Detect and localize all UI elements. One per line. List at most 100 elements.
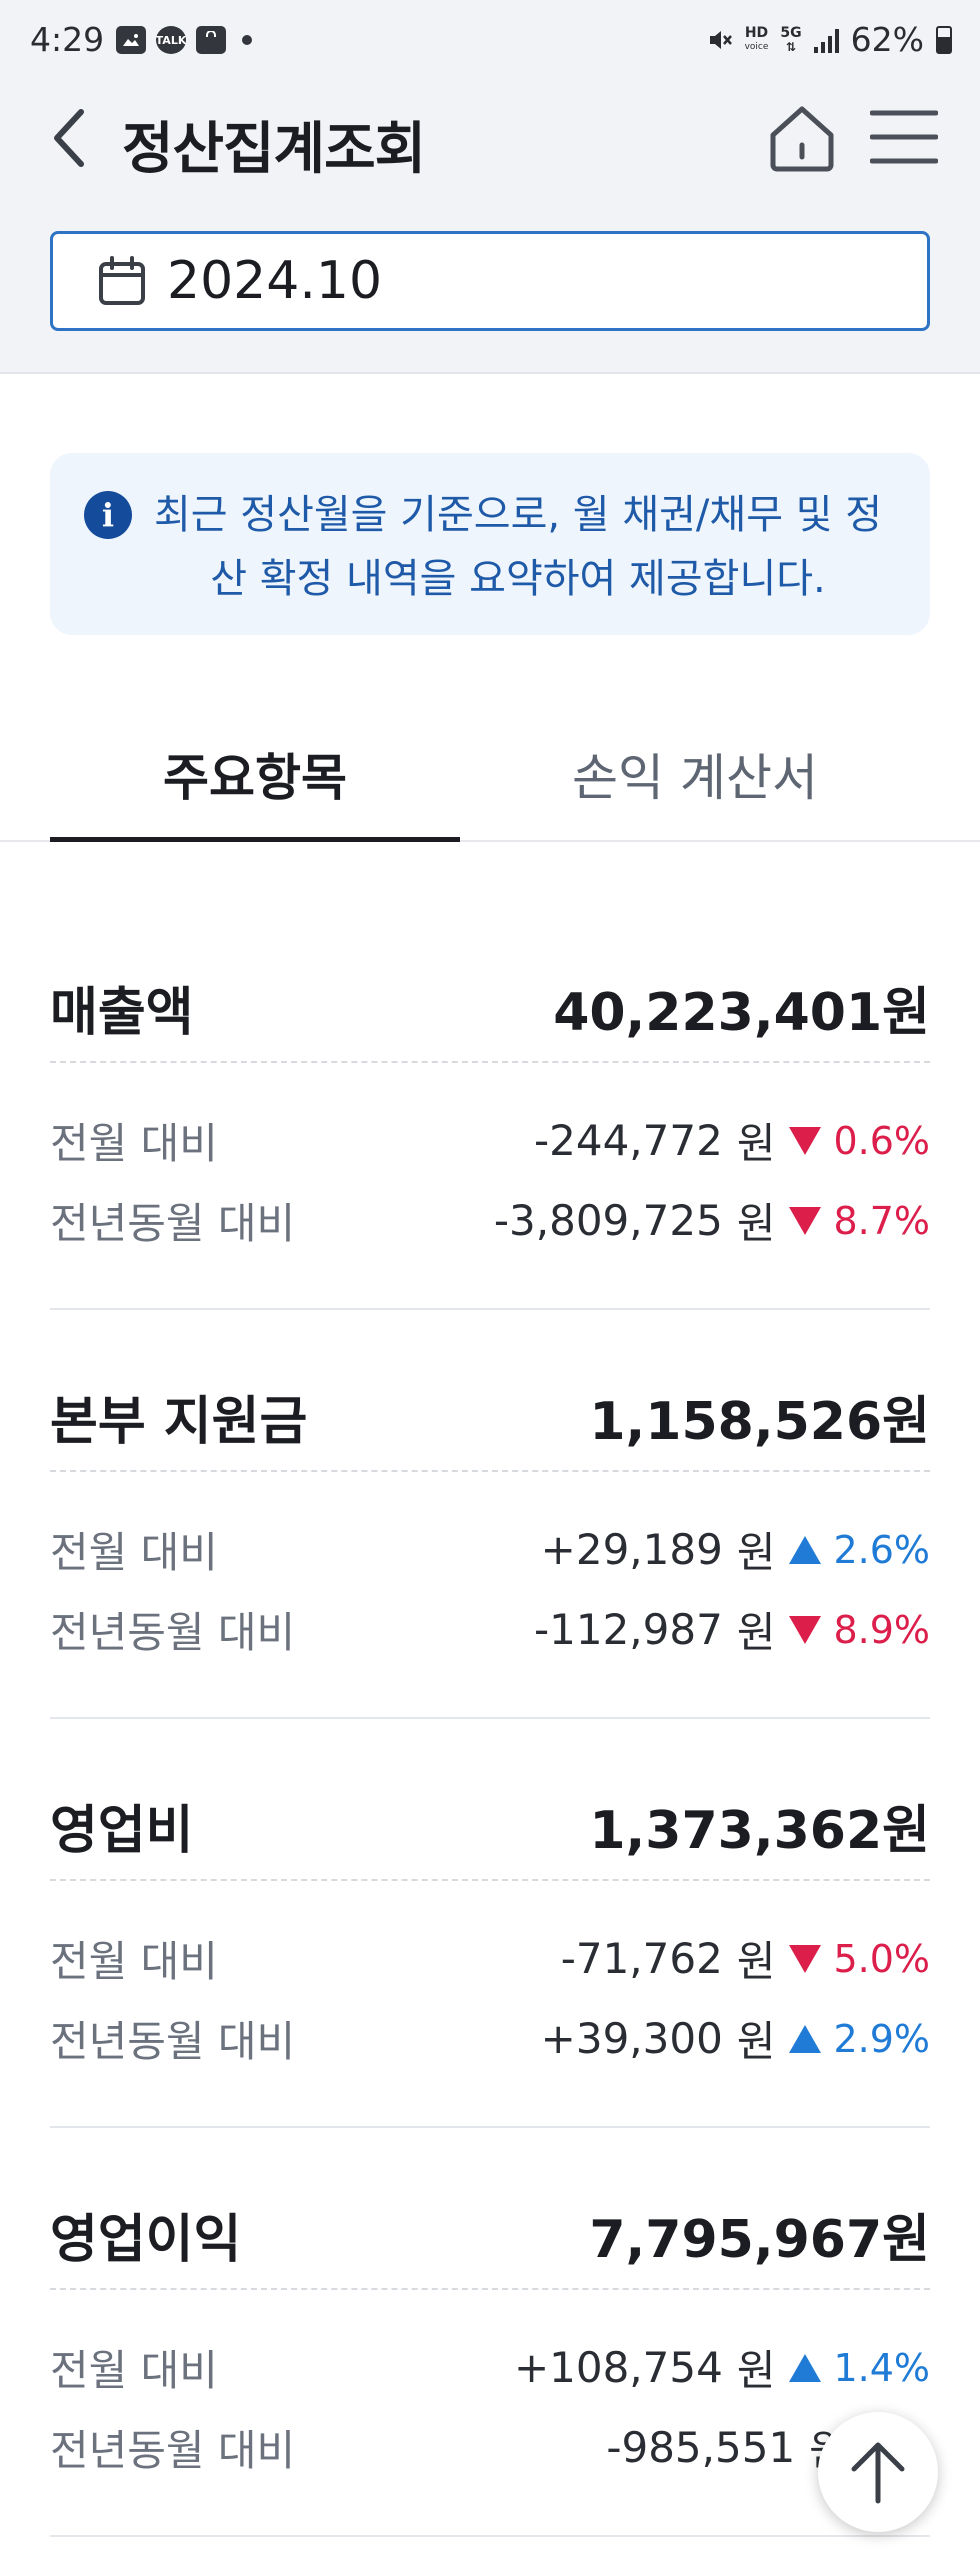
- section-divider: [50, 2535, 930, 2537]
- battery-icon: [936, 25, 952, 54]
- info-notice: i 최근 정산월을 기준으로, 월 채권/채무 및 정산 확정 내역을 요약하여…: [50, 453, 930, 635]
- section-header: 매출액 40,223,401원: [50, 960, 930, 1043]
- row-amount: -71,762: [560, 1934, 723, 1983]
- row-label: 전월 대비: [50, 2346, 218, 2395]
- row-percent: 8.7%: [833, 1198, 930, 1243]
- section-label: 영업비: [50, 1801, 194, 1861]
- calendar-icon: [97, 256, 147, 306]
- section-amount: 1,158,526원: [589, 1392, 930, 1452]
- row-value: +29,189 원 2.6%: [541, 1519, 930, 1580]
- row-percent: 2.6%: [833, 1527, 930, 1572]
- section-label: 영업이익: [50, 2210, 242, 2270]
- triangle-down-icon: [789, 1944, 822, 1973]
- row-label: 전년동월 대비: [50, 1199, 296, 1248]
- row-percent: 1.4%: [833, 2345, 930, 2390]
- row-percent: 5.0%: [833, 1936, 930, 1981]
- row-unit: 원: [736, 2346, 776, 2395]
- row-label: 전년동월 대비: [50, 2426, 296, 2475]
- shopping-bag-icon: [196, 26, 226, 54]
- section-label: 본부 지원금: [50, 1392, 308, 1452]
- section-divider: [50, 1717, 930, 1719]
- voice-label: voice: [744, 41, 769, 52]
- row-label: 전월 대비: [50, 1937, 218, 1986]
- row-percent: 0.6%: [833, 1118, 930, 1163]
- section-amount: 7,795,967원: [589, 2210, 930, 2270]
- selected-month: 2024.10: [167, 251, 383, 311]
- section-divider: [50, 1308, 930, 1310]
- row-value: +108,754 원 1.4%: [514, 2337, 930, 2398]
- menu-button[interactable]: [868, 104, 940, 170]
- mute-icon: [709, 30, 732, 49]
- row-amount: +29,189: [540, 1525, 723, 1574]
- tab-main-items[interactable]: 주요항목: [50, 716, 460, 842]
- battery-percent: 62%: [850, 20, 924, 59]
- triangle-up-icon: [789, 2024, 822, 2053]
- row-value: -71,762 원 5.0%: [561, 1928, 930, 1989]
- section-header: 본부 지원금 1,158,526원: [50, 1369, 930, 1452]
- section-amount: 1,373,362원: [589, 1801, 930, 1861]
- triangle-down-icon: [789, 1126, 822, 1155]
- home-button[interactable]: [764, 98, 840, 178]
- comparison-row: 전년동월 대비 -3,809,725 원 8.7%: [50, 1190, 930, 1248]
- row-amount: +108,754: [513, 2343, 723, 2392]
- row-percent: 2.9%: [833, 2016, 930, 2061]
- hamburger-menu-icon: [870, 110, 938, 164]
- info-text: 최근 정산월을 기준으로, 월 채권/채무 및 정산 확정 내역을 요약하여 제…: [153, 492, 883, 602]
- comparison-row: 전월 대비 -71,762 원 5.0%: [50, 1928, 930, 1986]
- row-label: 전월 대비: [50, 1119, 218, 1168]
- info-icon: i: [84, 491, 132, 539]
- comparison-row: 전년동월 대비 -985,551 원 1: [50, 2417, 930, 2475]
- dashed-divider: [50, 1879, 930, 1881]
- arrow-up-icon: [851, 2442, 905, 2504]
- dashed-divider: [50, 2288, 930, 2290]
- comparison-row: 전월 대비 -244,772 원 0.6%: [50, 1110, 930, 1168]
- triangle-up-icon: [789, 2353, 822, 2382]
- row-amount: -112,987: [533, 1605, 723, 1654]
- tab-income-statement[interactable]: 손익 계산서: [490, 716, 900, 842]
- row-value: +39,300 원 2.9%: [541, 2008, 930, 2069]
- comparison-row: 전월 대비 +29,189 원 2.6%: [50, 1519, 930, 1577]
- chevron-left-icon: [54, 109, 84, 167]
- comparison-row: 전년동월 대비 +39,300 원 2.9%: [50, 2008, 930, 2066]
- tab-bar: 주요항목 손익 계산서: [0, 716, 980, 842]
- hd-label: HD: [744, 24, 769, 41]
- system-status: HD voice 5G ⇅ 62%: [707, 20, 952, 59]
- row-label: 전년동월 대비: [50, 1608, 296, 1657]
- section-divider: [50, 2126, 930, 2128]
- scroll-top-button[interactable]: [818, 2412, 938, 2532]
- row-amount: -3,809,725: [493, 1196, 723, 1245]
- row-label: 전월 대비: [50, 1528, 218, 1577]
- row-unit: 원: [736, 1608, 776, 1657]
- status-time: 4:29: [30, 20, 105, 59]
- dashed-divider: [50, 1470, 930, 1472]
- home-icon: [770, 106, 834, 172]
- row-unit: 원: [736, 1528, 776, 1577]
- comparison-row: 전월 대비 +108,754 원 1.4%: [50, 2337, 930, 2395]
- row-value: -112,987 원 8.9%: [534, 1599, 930, 1660]
- row-unit: 원: [736, 1119, 776, 1168]
- status-bar: 4:29 TALK HD voice 5G ⇅ 62%: [0, 0, 980, 68]
- row-amount: -985,551: [606, 2423, 796, 2472]
- triangle-down-icon: [789, 1615, 822, 1644]
- talk-icon: TALK: [156, 26, 186, 54]
- month-picker[interactable]: 2024.10: [50, 231, 930, 331]
- network-indicator: 5G ⇅: [780, 26, 801, 54]
- triangle-down-icon: [789, 1206, 822, 1235]
- page-title: 정산집계조회: [122, 117, 426, 182]
- back-button[interactable]: [40, 102, 96, 174]
- notification-icons: TALK: [116, 26, 252, 54]
- gallery-icon: [116, 26, 146, 54]
- app-header: 정산집계조회 2024.10: [0, 68, 980, 374]
- row-unit: 원: [736, 1937, 776, 1986]
- row-value: -3,809,725 원 8.7%: [494, 1190, 930, 1251]
- row-unit: 원: [736, 1199, 776, 1248]
- row-value: -244,772 원 0.6%: [534, 1110, 930, 1171]
- signal-icon: [813, 27, 839, 53]
- row-amount: +39,300: [540, 2014, 723, 2063]
- section-amount: 40,223,401원: [553, 983, 930, 1043]
- triangle-up-icon: [789, 1535, 822, 1564]
- comparison-row: 전년동월 대비 -112,987 원 8.9%: [50, 1599, 930, 1657]
- data-arrows-icon: ⇅: [785, 39, 797, 54]
- section-header: 영업비 1,373,362원: [50, 1778, 930, 1861]
- section-label: 매출액: [50, 983, 194, 1043]
